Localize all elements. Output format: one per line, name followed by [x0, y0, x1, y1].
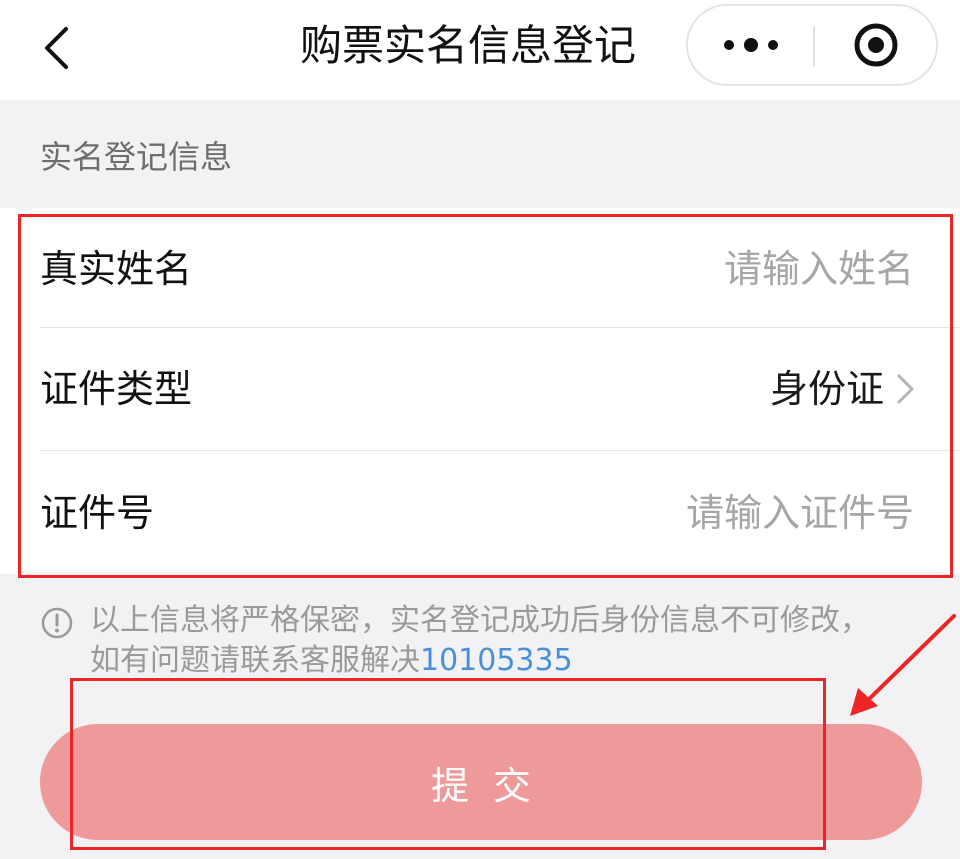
page-title: 购票实名信息登记 — [300, 21, 637, 70]
real-name-form: 真实姓名 证件类型 身份证 证件号 — [0, 208, 960, 574]
id-type-value: 身份证 — [769, 367, 884, 411]
section-label: 实名登记信息 — [40, 138, 233, 176]
submit-button[interactable]: 提交 — [40, 724, 922, 840]
more-button[interactable] — [688, 6, 813, 84]
id-number-input[interactable] — [494, 452, 914, 574]
close-button[interactable] — [815, 6, 936, 84]
target-circle-icon — [854, 23, 897, 67]
back-button[interactable] — [28, 20, 84, 76]
more-dots-icon — [723, 38, 778, 52]
id-type-row[interactable]: 证件类型 身份证 — [40, 328, 960, 450]
name-row[interactable]: 真实姓名 — [40, 208, 960, 330]
service-phone-link[interactable]: 10105335 — [420, 643, 573, 678]
name-input[interactable] — [494, 208, 914, 330]
info-circle-icon — [41, 607, 73, 639]
name-label: 真实姓名 — [40, 247, 193, 291]
chevron-left-icon — [45, 27, 68, 69]
id-number-label: 证件号 — [40, 491, 155, 535]
navigation-bar: 购票实名信息登记 — [0, 0, 960, 100]
notice-line-2-text: 如有问题请联系客服解决 — [90, 643, 420, 678]
id-type-label: 证件类型 — [40, 367, 193, 411]
chevron-right-icon — [897, 374, 914, 404]
row-divider — [40, 450, 960, 451]
id-number-row[interactable]: 证件号 — [40, 452, 960, 574]
notice-line-1: 以上信息将严格保密，实名登记成功后身份信息不可修改， — [90, 603, 870, 638]
notice-line-2: 如有问题请联系客服解决10105335 — [90, 640, 573, 682]
mini-program-capsule — [686, 4, 938, 86]
